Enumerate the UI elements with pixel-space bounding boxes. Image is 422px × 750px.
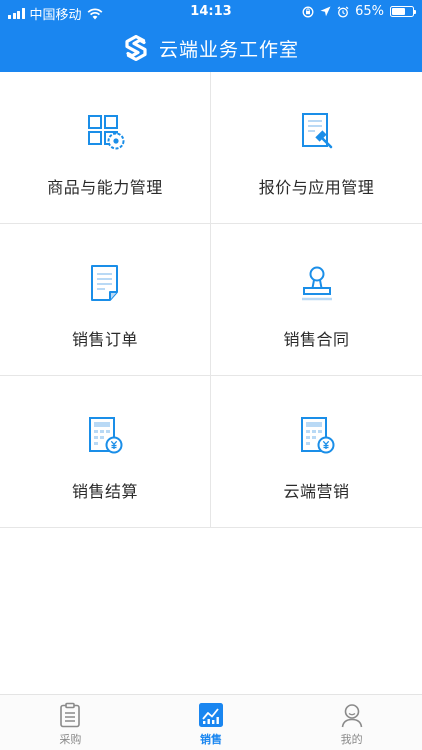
grid-item-product-management[interactable]: 商品与能力管理 <box>0 72 211 223</box>
grid-item-label: 商品与能力管理 <box>47 178 163 197</box>
grid-item-label: 销售结算 <box>71 482 138 501</box>
tab-mine[interactable]: 我的 <box>281 695 422 750</box>
user-icon <box>341 704 362 728</box>
location-icon <box>320 6 331 17</box>
stamp-icon <box>301 266 332 301</box>
grid-item-label: 云端营销 <box>283 482 350 501</box>
tab-label: 采购 <box>59 733 82 746</box>
product-grid-gear-icon <box>88 115 125 150</box>
grid-item-sales-settlement[interactable]: 销售结算 <box>0 376 211 527</box>
document-hammer-icon <box>301 113 332 149</box>
page-title: 云端业务工作室 <box>158 38 299 61</box>
grid-row: 销售订单 销售合同 <box>0 224 422 376</box>
order-document-icon <box>91 265 118 301</box>
status-bar: 中国移动 14:13 65% <box>0 0 422 24</box>
grid-item-label: 报价与应用管理 <box>258 178 375 197</box>
battery-percent: 65% <box>355 4 384 19</box>
grid-item-sales-order[interactable]: 销售订单 <box>0 224 211 375</box>
nav-bar: 云端业务工作室 <box>0 26 422 70</box>
chart-icon <box>199 703 223 727</box>
status-right: 65% <box>302 4 416 19</box>
tab-bar: 采购 销售 我的 <box>0 694 422 750</box>
tab-label: 我的 <box>340 733 363 746</box>
tab-purchase[interactable]: 采购 <box>0 695 141 750</box>
app-header: 中国移动 14:13 65% 云端业务工作室 <box>0 0 422 72</box>
grid-item-cloud-marketing[interactable]: 云端营销 <box>211 376 422 527</box>
battery-level <box>392 8 405 15</box>
clipboard-icon <box>60 702 81 728</box>
grid-item-sales-contract[interactable]: 销售合同 <box>211 224 422 375</box>
rotation-lock-icon <box>302 6 314 17</box>
grid-item-label: 销售合同 <box>283 330 350 349</box>
alarm-icon <box>337 6 349 18</box>
battery-icon <box>390 6 416 17</box>
calculator-yen-icon <box>89 417 123 454</box>
grid-item-quote-management[interactable]: 报价与应用管理 <box>211 72 422 223</box>
tab-label: 销售 <box>200 733 222 746</box>
function-grid: 商品与能力管理 报价与应用管理 销售订单 销售合同 销售结算 云端营销 <box>0 72 422 528</box>
calculator-yen-icon <box>300 417 334 454</box>
grid-row: 销售结算 云端营销 <box>0 376 422 528</box>
s-logo-icon <box>125 35 147 61</box>
grid-item-label: 销售订单 <box>71 330 138 349</box>
tab-sales[interactable]: 销售 <box>141 695 282 750</box>
grid-row: 商品与能力管理 报价与应用管理 <box>0 72 422 224</box>
